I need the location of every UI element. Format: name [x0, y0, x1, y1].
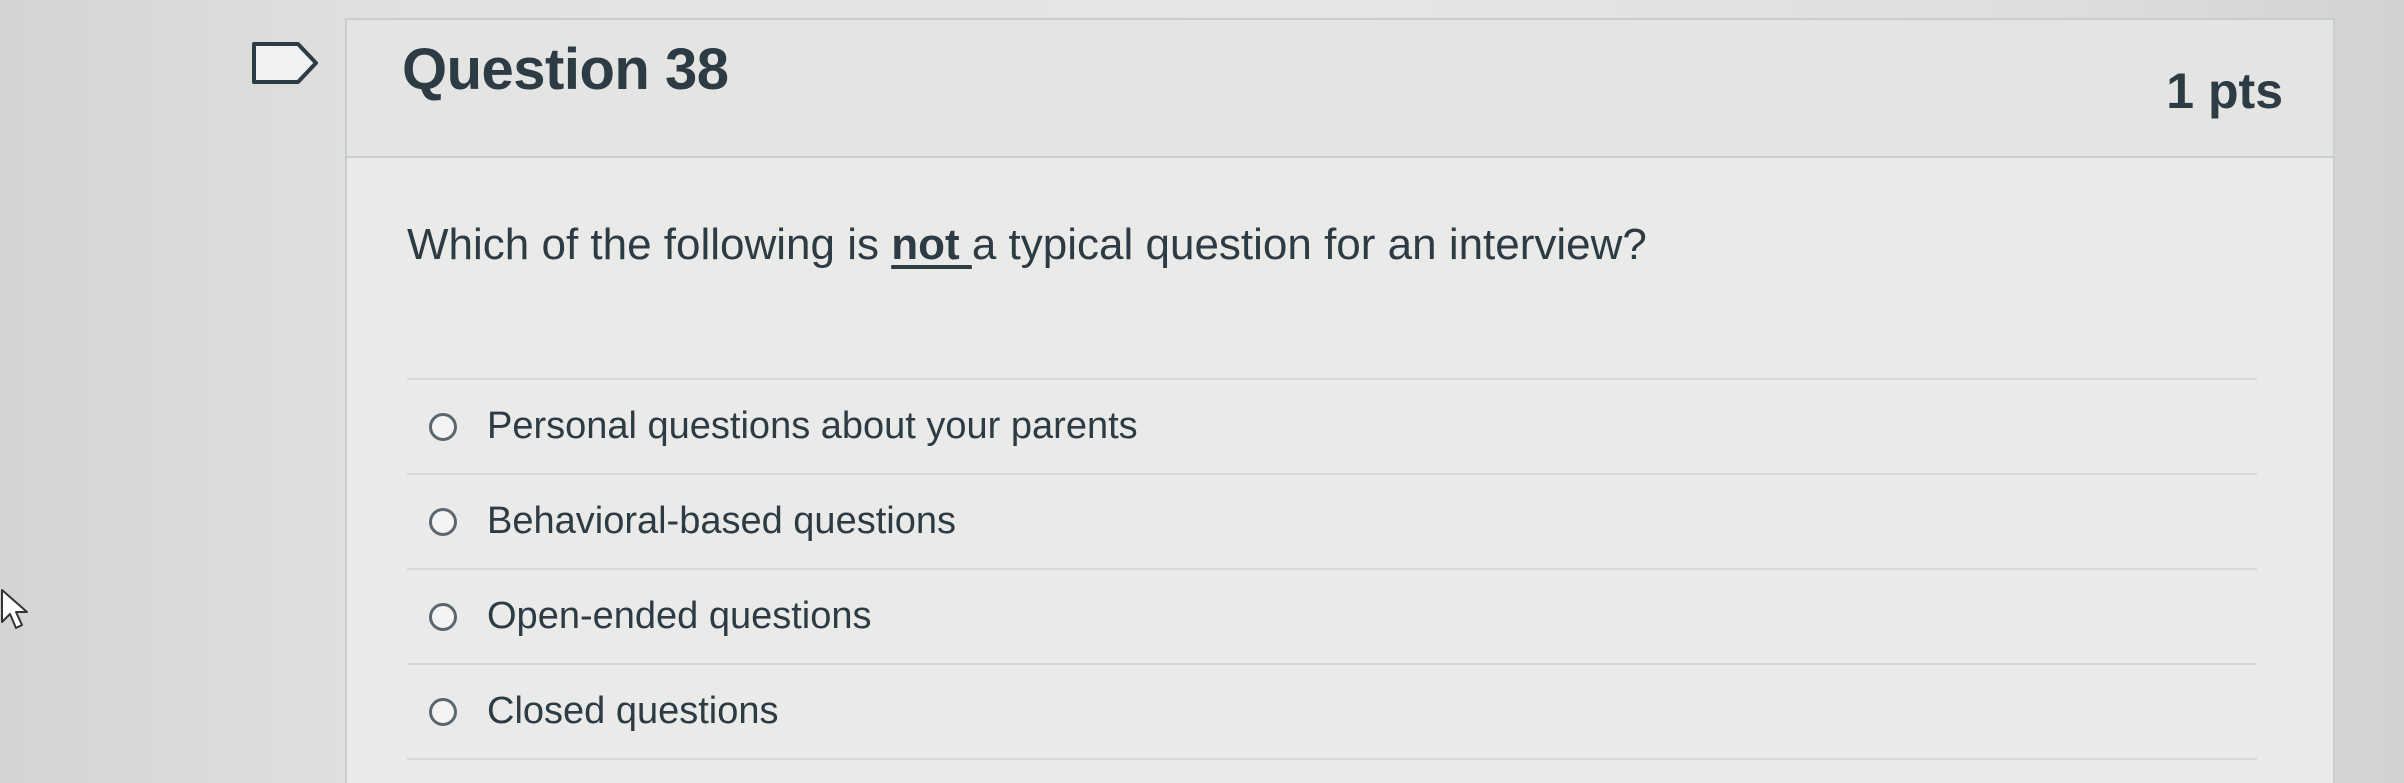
- mouse-cursor-icon: [1, 589, 28, 629]
- answer-label[interactable]: Open-ended questions: [487, 595, 872, 638]
- question-points: 1 pts: [2166, 63, 2283, 119]
- question-text: Which of the following is not a typical …: [407, 220, 2257, 270]
- question-text-end: a typical question for an interview?: [971, 220, 1647, 269]
- answer-label[interactable]: Closed questions: [487, 690, 779, 733]
- quiz-page: Question 38 1 pts Which of the following…: [0, 0, 2404, 783]
- question-card: Question 38 1 pts Which of the following…: [345, 18, 2335, 783]
- answer-option-1[interactable]: Personal questions about your parents: [407, 380, 2257, 475]
- answer-label[interactable]: Personal questions about your parents: [487, 405, 1138, 448]
- flag-question-icon[interactable]: [250, 40, 320, 86]
- radio-button[interactable]: [429, 507, 457, 536]
- radio-button[interactable]: [429, 602, 457, 631]
- answer-label[interactable]: Behavioral-based questions: [487, 500, 956, 543]
- answer-option-2[interactable]: Behavioral-based questions: [407, 475, 2257, 570]
- answer-list: Personal questions about your parents Be…: [407, 378, 2257, 760]
- radio-button[interactable]: [429, 697, 457, 726]
- question-body: Which of the following is not a typical …: [407, 220, 2257, 270]
- question-text-start: Which of the following is: [407, 220, 892, 269]
- answer-option-4[interactable]: Closed questions: [407, 665, 2257, 760]
- question-text-emphasis: not: [891, 220, 972, 269]
- question-header: Question 38 1 pts: [347, 20, 2333, 158]
- answer-option-3[interactable]: Open-ended questions: [407, 570, 2257, 665]
- radio-button[interactable]: [429, 412, 457, 441]
- question-title: Question 38: [402, 37, 729, 102]
